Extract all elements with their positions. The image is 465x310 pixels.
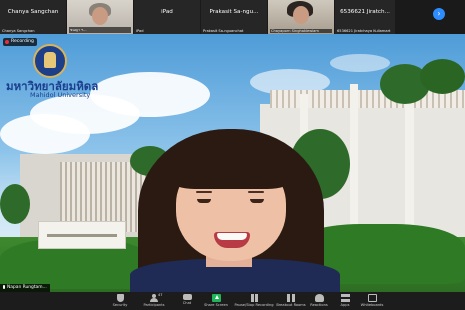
participant-caption: Chanya Sangchan [2,29,35,33]
chat-icon [182,294,192,300]
participant-tile[interactable]: 6536621 Jiratch... 6536621 Jiratchaya Ku… [335,0,395,34]
recording-dot-icon [5,40,9,44]
breakout-rooms-icon [286,294,296,302]
participant-strip: Chanya Sangchan Chanya Sangchan ชนญา ฯ..… [0,0,465,34]
participant-caption: Chayaporn Singhaklewiam [270,29,332,33]
participant-tile[interactable]: Chayaporn Singhaklewiam [268,0,334,34]
pause-icon [250,294,259,302]
toolbar-label: Participants [143,303,165,307]
whiteboards-button[interactable]: Whiteboards [355,293,389,309]
recording-label: Recording [11,39,34,44]
logo-subtitle: Mahidol University [30,91,91,99]
university-seal-icon [33,44,67,78]
recording-indicator[interactable]: Recording [3,38,37,46]
participant-count: 47 [158,293,163,297]
whiteboard-icon [367,294,377,302]
participant-tile[interactable]: Chanya Sangchan Chanya Sangchan [0,0,66,34]
participant-name: iPad [161,9,173,15]
meeting-toolbar: Security 47 Participants Chat Share Scre… [0,292,465,310]
microphone-icon [3,285,5,289]
active-speaker-video: มหาวิทยาลัยมหิดล Mahidol University [0,34,465,292]
participant-caption: Prakasit Sa-nguanchat [203,29,244,33]
participants-button[interactable]: 47 Participants [137,293,171,309]
pause-stop-recording-button[interactable]: Pause/Stop Recording [234,293,274,309]
participant-tile[interactable]: Prakasit Sa-ngu... Prakasit Sa-nguanchat [201,0,267,34]
participant-caption: 6536621 Jiratchaya Kullamart [337,29,391,33]
participant-tile[interactable]: ชนญา ฯ... [67,0,133,34]
participant-name: Chanya Sangchan [7,9,59,15]
participant-caption: ชนญา ฯ... [69,27,131,33]
participant-tile[interactable]: iPad iPad [134,0,200,34]
campus-sign [38,221,126,249]
participant-name: Prakasit Sa-ngu... [209,9,259,15]
speaker-name: Napan Rungtam... [7,285,47,290]
toolbar-label: Pause/Stop Recording [234,303,274,307]
apps-icon [340,294,350,302]
speaker-person [130,129,340,292]
security-button[interactable]: Security [103,293,137,309]
reactions-icon [314,294,324,302]
next-page-icon[interactable]: › [433,8,445,20]
participant-name: 6536621 Jiratch... [340,9,390,15]
toolbar-label: Security [112,303,128,307]
share-screen-button[interactable]: Share Screen [199,293,233,309]
share-screen-icon [211,294,221,302]
shield-icon [116,294,124,302]
toolbar-label: Share Screen [204,303,228,307]
participant-caption: iPad [136,29,144,33]
speaker-name-tag: Napan Rungtam... [0,284,50,292]
toolbar-label: Whiteboards [360,303,384,307]
